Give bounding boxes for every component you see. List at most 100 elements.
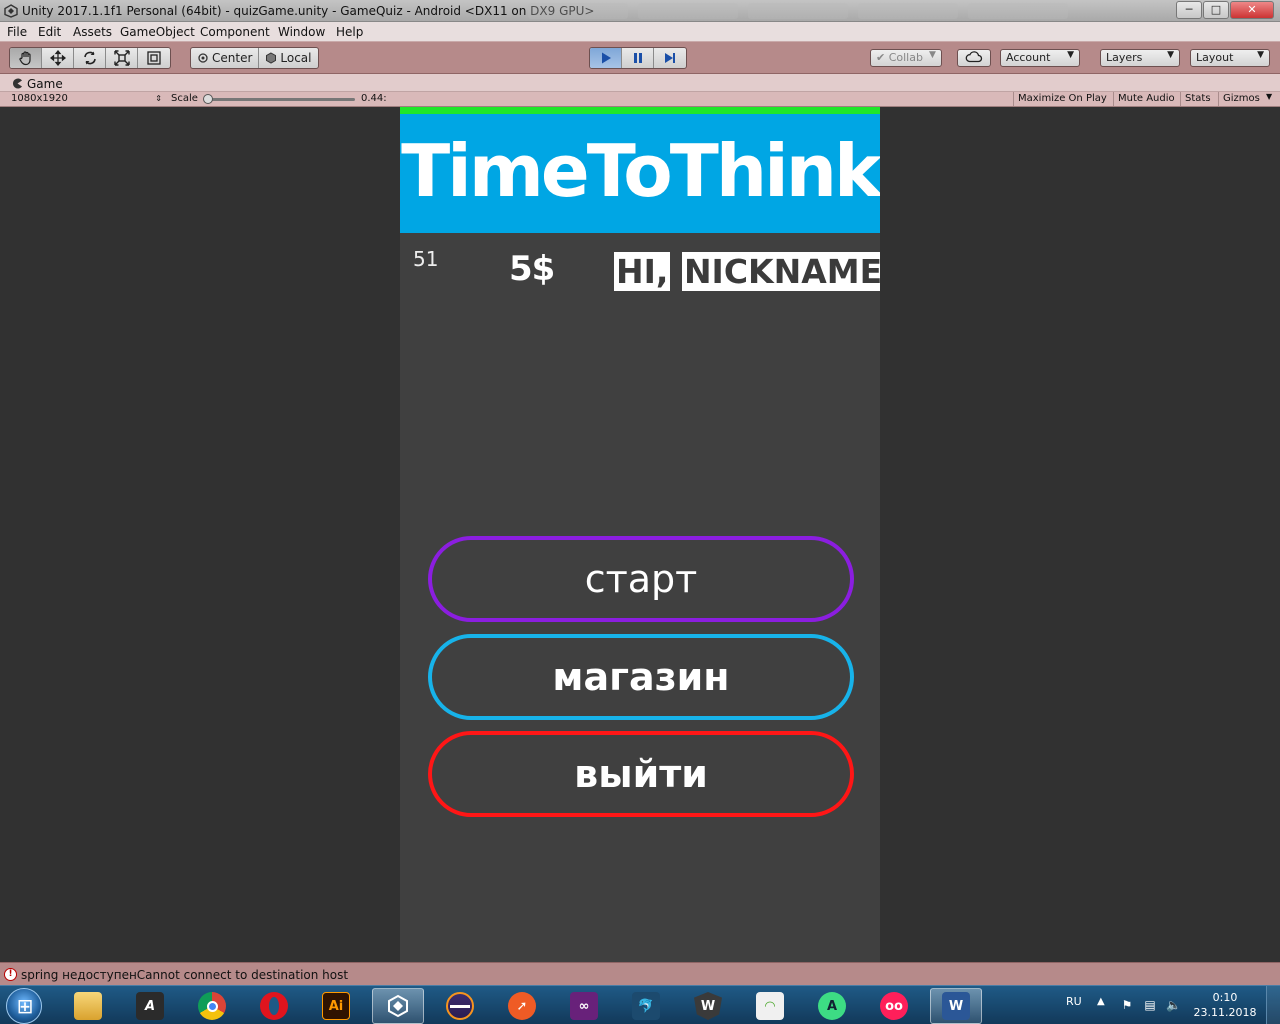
start-button-label: старт (584, 557, 698, 601)
mysql-workbench-icon: 🐬 (632, 992, 660, 1020)
tab-game-label: Game (27, 76, 63, 91)
menu-help[interactable]: Help (336, 25, 363, 39)
score-counter: 51 (413, 247, 439, 271)
step-button[interactable] (654, 48, 686, 68)
menu-window[interactable]: Window (278, 25, 325, 39)
menu-edit[interactable]: Edit (38, 25, 61, 39)
window-title-bar: Unity 2017.1.1f1 Personal (64bit) - quiz… (0, 0, 1280, 22)
chevron-down-icon: ▼ (1257, 50, 1264, 60)
resolution-dropdown[interactable]: 1080x1920 ⇕ (6, 92, 166, 106)
layout-dropdown[interactable]: Layout ▼ (1190, 49, 1270, 67)
rotate-tool-button[interactable] (74, 48, 106, 68)
pivot-center-button[interactable]: Center (191, 48, 260, 68)
pivot-local-button[interactable]: Local (259, 48, 317, 68)
start-button[interactable] (6, 988, 43, 1024)
wifi-tool-icon: ◠ (756, 992, 784, 1020)
taskbar-android-studio[interactable]: A (806, 988, 858, 1024)
gizmos-label: Gizmos (1223, 93, 1260, 104)
language-indicator[interactable]: RU (1066, 995, 1082, 1008)
clock-time: 0:10 (1212, 991, 1238, 1004)
game-tab-bar: Game (0, 74, 1280, 92)
scale-slider-track[interactable] (205, 98, 355, 101)
shop-button[interactable]: магазин (428, 634, 854, 720)
account-dropdown[interactable]: Account ▼ (1000, 49, 1080, 67)
menu-file[interactable]: File (7, 25, 27, 39)
taskbar-opera[interactable] (248, 988, 300, 1024)
chevron-down-icon: ▼ (929, 50, 936, 60)
pause-button[interactable] (622, 48, 654, 68)
clock[interactable]: 0:10 23.11.2018 (1190, 990, 1260, 1020)
world-of-tanks-icon: W (694, 992, 722, 1020)
action-center-icon[interactable]: ⚑ (1120, 998, 1134, 1012)
stats-toggle[interactable]: Stats (1180, 92, 1215, 106)
taskbar-visual-studio[interactable]: ∞ (558, 988, 610, 1024)
resolution-label: 1080x1920 (11, 93, 68, 104)
minimize-button[interactable]: ─ (1176, 1, 1202, 19)
start-button[interactable]: старт (428, 536, 854, 622)
menu-bar: File Edit Assets GameObject Component Wi… (0, 22, 1280, 42)
taskbar-autodesk[interactable]: A (124, 988, 176, 1024)
taskbar-chrome[interactable] (186, 988, 238, 1024)
rect-tool-button[interactable] (138, 48, 170, 68)
account-label: Account (1006, 51, 1051, 64)
cloud-icon (965, 51, 983, 63)
menu-assets[interactable]: Assets (73, 25, 112, 39)
move-tool-button[interactable] (42, 48, 74, 68)
taskbar-explorer[interactable] (62, 988, 114, 1024)
taskbar-wifi-tool[interactable]: ◠ (744, 988, 796, 1024)
taskbar-postman[interactable]: ➚ (496, 988, 548, 1024)
cloud-services-button[interactable] (957, 49, 991, 67)
taskbar-mysql-workbench[interactable]: 🐬 (620, 988, 672, 1024)
postman-icon: ➚ (508, 992, 536, 1020)
taskbar-flickr[interactable]: oo (868, 988, 920, 1024)
tab-game[interactable]: Game (6, 75, 69, 92)
taskbar-unity[interactable] (372, 988, 424, 1024)
move-icon (49, 50, 66, 66)
network-icon[interactable]: ▤ (1143, 998, 1157, 1012)
word-icon: W (942, 992, 970, 1020)
taskbar-word[interactable]: W (930, 988, 982, 1024)
close-button[interactable]: ✕ (1230, 1, 1274, 19)
pivot-toggles: Center Local (190, 47, 319, 69)
show-desktop-button[interactable] (1266, 986, 1280, 1024)
money-label: 5$ (509, 249, 555, 289)
greeting-nickname: NICKNAME (681, 252, 880, 291)
collab-dropdown[interactable]: ✔ Collab ▼ (870, 49, 942, 67)
play-button[interactable] (590, 48, 622, 68)
explorer-icon (74, 992, 102, 1020)
illustrator-label: Ai (328, 998, 344, 1014)
menu-component[interactable]: Component (200, 25, 270, 39)
pivot-center-icon (198, 53, 208, 63)
taskbar-world-of-tanks[interactable]: W (682, 988, 734, 1024)
step-icon (665, 53, 675, 63)
scale-tool-button[interactable] (106, 48, 138, 68)
maximize-on-play-toggle[interactable]: Maximize On Play (1013, 92, 1111, 106)
scale-icon (113, 50, 130, 66)
tray-expand-icon[interactable]: ▲ (1097, 996, 1105, 1007)
maximize-button[interactable]: □ (1203, 1, 1229, 19)
app-title: TimeToThink (401, 129, 880, 213)
layout-label: Layout (1196, 51, 1234, 64)
transform-tools (9, 47, 171, 69)
menu-gameobject[interactable]: GameObject (120, 25, 195, 39)
play-controls (589, 47, 687, 69)
unity-icon (384, 992, 412, 1020)
collab-check-icon: ✔ (876, 51, 886, 64)
pivot-local-label: Local (280, 51, 312, 65)
unity-logo-icon (4, 4, 18, 18)
chevron-down-icon: ▼ (1266, 92, 1273, 101)
play-icon (601, 52, 611, 64)
scale-slider-thumb[interactable] (203, 94, 213, 104)
window-title: Unity 2017.1.1f1 Personal (64bit) - quiz… (22, 4, 595, 18)
mute-audio-toggle[interactable]: Mute Audio (1113, 92, 1179, 106)
quit-button[interactable]: выйти (428, 731, 854, 817)
layers-dropdown[interactable]: Layers ▼ (1100, 49, 1180, 67)
visual-studio-icon: ∞ (570, 992, 598, 1020)
progress-strip (400, 107, 880, 114)
taskbar-eclipse[interactable] (434, 988, 486, 1024)
hand-tool-button[interactable] (10, 48, 42, 68)
console-status-bar[interactable]: ! spring недоступенCannot connect to des… (0, 962, 1280, 985)
volume-icon[interactable]: 🔈 (1166, 998, 1181, 1012)
taskbar-illustrator[interactable]: Ai (310, 988, 362, 1024)
pivot-center-label: Center (212, 51, 253, 65)
